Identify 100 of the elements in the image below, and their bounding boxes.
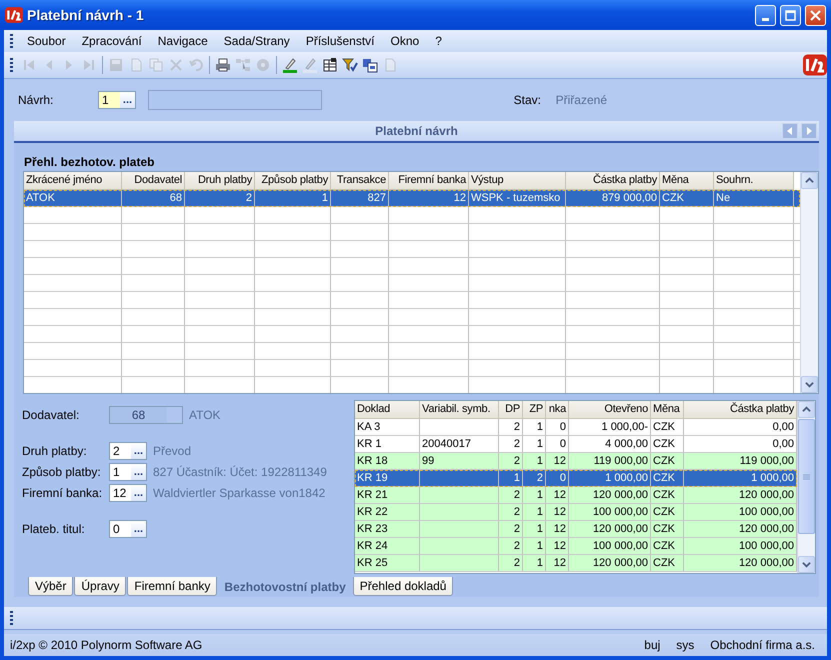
table-cell: 120 000,00 — [569, 555, 651, 572]
tab[interactable]: Výběr — [28, 577, 74, 596]
x-icon — [168, 57, 184, 73]
grip-icon — [803, 474, 810, 480]
field-label: Způsob platby: — [22, 465, 102, 479]
menu-item[interactable]: ? — [427, 34, 450, 48]
status-text: sys — [675, 638, 696, 652]
tab[interactable]: Bezhotovostní platby — [218, 577, 352, 596]
scroll-up-button[interactable] — [798, 401, 815, 418]
column-header[interactable]: Způsob platby — [255, 172, 331, 190]
table-icon — [322, 57, 338, 73]
filter-icon — [342, 57, 358, 73]
chevron-up-icon — [805, 176, 814, 185]
table-row[interactable]: KR 21 2 1 12 120 000,00 CZK 120 000,00 — [355, 487, 797, 504]
skip-forward-icon — [81, 57, 97, 73]
menu-item[interactable]: Navigace — [150, 34, 216, 48]
undo-icon — [188, 57, 204, 73]
column-header[interactable]: Výstup — [469, 172, 566, 190]
arrow-right-icon — [805, 127, 813, 135]
scroll-down-button[interactable] — [798, 556, 815, 573]
field-label: Návrh: — [18, 93, 54, 107]
tab[interactable]: Přehled dokladů — [352, 577, 454, 596]
arrow-left-icon — [786, 127, 794, 135]
panel-title: Platební návrh — [375, 124, 458, 138]
table-row[interactable]: KR 24 2 1 12 100 000,00 CZK 100 000,00 — [355, 538, 797, 555]
grip-handle[interactable] — [10, 58, 13, 72]
field-label: Firemní banka: — [22, 486, 104, 500]
column-header[interactable]: Měna — [660, 172, 714, 190]
column-header[interactable]: Druh platby — [185, 172, 255, 190]
column-header[interactable]: Částka platby — [684, 401, 797, 419]
window-title: Platební návrh - 1 — [27, 7, 145, 23]
grip-handle[interactable] — [10, 34, 13, 48]
description-field[interactable] — [148, 90, 322, 110]
column-header[interactable]: ZP — [523, 401, 546, 419]
column-header[interactable]: Souhrn. — [714, 172, 794, 190]
printer-icon — [215, 57, 231, 73]
column-header[interactable]: nka — [546, 401, 569, 419]
status-text: buj — [643, 638, 662, 652]
field-description: Waldviertler Sparkasse von1842 — [153, 486, 326, 500]
grip-handle[interactable] — [10, 611, 13, 625]
field-label: Dodavatel: — [22, 408, 80, 422]
disc-icon — [255, 57, 271, 73]
table-cell: CZK — [651, 555, 684, 572]
column-header[interactable]: DP — [499, 401, 523, 419]
column-header[interactable]: Doklad — [355, 401, 420, 419]
app-logo-icon — [803, 53, 827, 77]
scroll-thumb[interactable] — [798, 419, 815, 534]
column-header[interactable]: Otevřeno — [569, 401, 651, 419]
table-row[interactable]: KR 19 1 2 0 1 000,00 CZK 1 000,00 — [355, 470, 797, 487]
documents-icon — [362, 57, 378, 73]
section-title: Přehl. bezhotov. plateb — [24, 155, 156, 169]
scroll-up-button[interactable] — [801, 172, 818, 189]
tab[interactable]: Firemní banky — [127, 577, 218, 596]
menu-item[interactable]: Okno — [382, 34, 428, 48]
table-row[interactable]: KA 3 2 1 0 1 000,00- CZK 0,00 — [355, 419, 797, 436]
column-header[interactable]: Dodavatel — [122, 172, 185, 190]
tab[interactable]: Úpravy — [74, 577, 126, 596]
close-button[interactable] — [805, 4, 826, 26]
menu-item[interactable]: Zpracování — [74, 34, 150, 48]
minimize-button[interactable] — [755, 4, 776, 26]
status-text: Obchodní firma a.s. — [709, 638, 816, 652]
table-row[interactable]: ATOK 68 2 1 827 12 WSPK - tuzemsko 879 000,00 CZK Ne — [24, 190, 800, 207]
table-row[interactable]: KR 25 2 1 12 120 000,00 CZK 120 000,00 — [355, 555, 797, 572]
table-cell: 1 — [523, 555, 546, 572]
data-grid[interactable]: Zkrácené jméno Dodavatel Druh platby Způsob platby Transakce Firemní banka Výstup Částka platby Měna Souhrn. ATOK 68 2 1 827 12 WSPK - tuzemsko 879 000,00 CZK Ne — [23, 171, 819, 394]
scrollbar[interactable] — [797, 401, 815, 573]
column-header[interactable]: Zkrácené jméno — [24, 172, 122, 190]
chevron-down-icon — [805, 380, 814, 389]
menu-item[interactable]: Příslušenství — [298, 34, 383, 48]
data-grid[interactable] — [354, 400, 816, 574]
column-header[interactable]: Měna — [651, 401, 684, 419]
menu-item[interactable]: Sada/Strany — [216, 34, 298, 48]
table-cell: KR 25 — [355, 555, 420, 572]
chevron-up-icon — [802, 405, 811, 414]
scrollbar[interactable] — [800, 172, 818, 393]
app-logo-icon — [5, 6, 23, 24]
status-text: i/2xp © 2010 Polynorm Software AG — [9, 638, 204, 652]
maximize-button[interactable] — [780, 4, 801, 26]
column-header[interactable]: Variabil. symb. — [420, 401, 499, 419]
previous-button[interactable] — [782, 123, 798, 139]
field-description: 827 Účastník: Účet: 1922811349 — [153, 465, 327, 479]
table-row[interactable]: KR 23 2 1 12 120 000,00 CZK 120 000,00 — [355, 521, 797, 538]
status-value: Přiřazené — [556, 93, 607, 107]
column-header[interactable]: Částka platby — [566, 172, 660, 190]
next-button[interactable] — [801, 123, 817, 139]
field-description: ATOK — [189, 408, 221, 422]
copy-icon — [148, 57, 164, 73]
marker-icon — [302, 57, 318, 73]
table-row[interactable]: KR 22 2 1 12 100 000,00 CZK 100 000,00 — [355, 504, 797, 521]
column-header[interactable]: Transakce — [331, 172, 389, 190]
column-header[interactable]: Firemní banka — [389, 172, 469, 190]
field-label: Plateb. titul: — [22, 522, 86, 536]
close-icon — [810, 10, 821, 20]
scroll-down-button[interactable] — [801, 376, 818, 393]
menu-item[interactable]: Soubor — [19, 34, 74, 48]
field-label: Druh platby: — [22, 444, 88, 458]
table-cell: 12 — [546, 555, 569, 572]
table-row[interactable]: KR 18 99 2 1 12 119 000,00 CZK 119 000,00 — [355, 453, 797, 470]
skip-back-icon — [21, 57, 37, 73]
table-row[interactable]: KR 1 20040017 2 1 0 4 000,00 CZK 0,00 — [355, 436, 797, 453]
